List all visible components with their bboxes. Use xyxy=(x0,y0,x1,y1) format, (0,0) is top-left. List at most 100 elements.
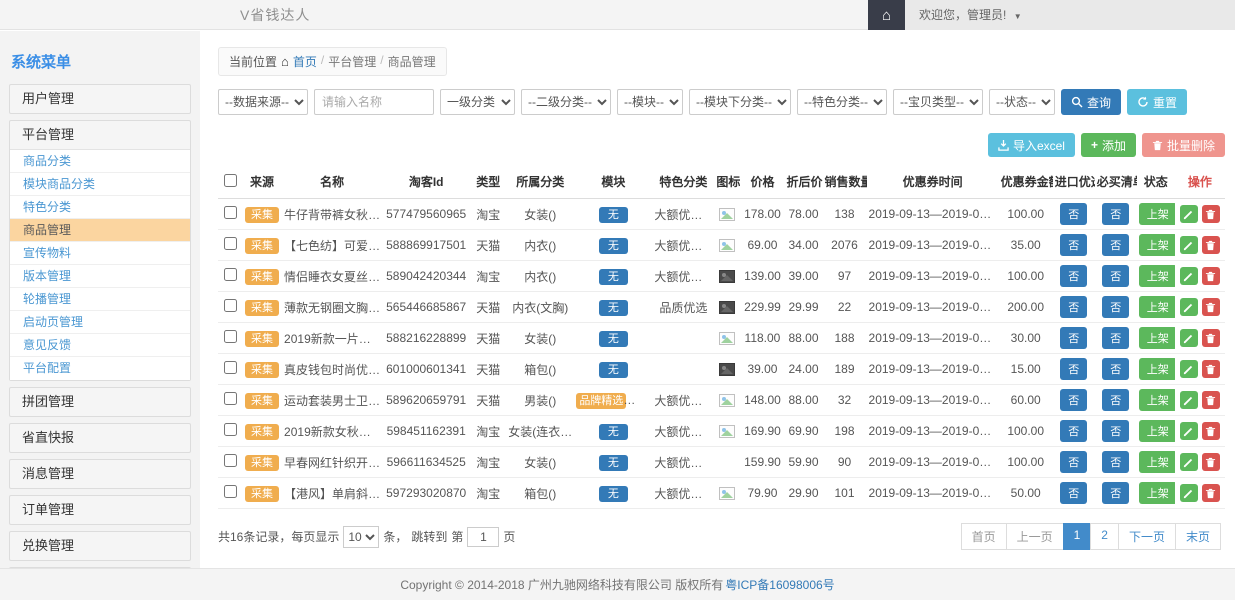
import-toggle-button[interactable]: 否 xyxy=(1060,482,1087,504)
delete-button[interactable] xyxy=(1202,391,1220,409)
must-buy-toggle-button[interactable]: 否 xyxy=(1102,420,1129,442)
delete-button[interactable] xyxy=(1202,267,1220,285)
filter-select[interactable]: --模块-- xyxy=(617,89,683,115)
submenu-item[interactable]: 轮播管理 xyxy=(10,288,190,311)
delete-button[interactable] xyxy=(1202,360,1220,378)
import-toggle-button[interactable]: 否 xyxy=(1060,327,1087,349)
row-checkbox[interactable] xyxy=(224,361,237,374)
import-toggle-button[interactable]: 否 xyxy=(1060,358,1087,380)
page-button[interactable]: 1 xyxy=(1063,523,1092,550)
page-button[interactable]: 首页 xyxy=(961,523,1007,550)
must-buy-toggle-button[interactable]: 否 xyxy=(1102,358,1129,380)
sidebar-item[interactable]: 平台管理 xyxy=(10,121,190,149)
page-button[interactable]: 末页 xyxy=(1175,523,1221,550)
edit-button[interactable] xyxy=(1180,422,1198,440)
row-checkbox[interactable] xyxy=(224,268,237,281)
delete-button[interactable] xyxy=(1202,205,1220,223)
sidebar-item[interactable]: 兑换管理 xyxy=(10,532,190,560)
submenu-item[interactable]: 版本管理 xyxy=(10,265,190,288)
sidebar-item[interactable]: 省直快报 xyxy=(10,424,190,452)
submenu-item[interactable]: 宣传物料 xyxy=(10,242,190,265)
delete-button[interactable] xyxy=(1202,298,1220,316)
per-page-select[interactable]: 10 xyxy=(343,526,379,548)
icp-link[interactable]: 粤ICP备16098006号 xyxy=(725,576,834,593)
status-button[interactable]: 上架 xyxy=(1139,482,1175,504)
must-buy-toggle-button[interactable]: 否 xyxy=(1102,327,1129,349)
must-buy-toggle-button[interactable]: 否 xyxy=(1102,234,1129,256)
must-buy-toggle-button[interactable]: 否 xyxy=(1102,389,1129,411)
submenu-item[interactable]: 意见反馈 xyxy=(10,334,190,357)
edit-button[interactable] xyxy=(1180,267,1198,285)
edit-button[interactable] xyxy=(1180,236,1198,254)
delete-button[interactable] xyxy=(1202,422,1220,440)
status-button[interactable]: 上架 xyxy=(1139,296,1175,318)
row-checkbox[interactable] xyxy=(224,237,237,250)
submenu-item[interactable]: 模块商品分类 xyxy=(10,173,190,196)
edit-button[interactable] xyxy=(1180,360,1198,378)
user-menu[interactable]: 欢迎您，管理员! ▼ xyxy=(905,0,1036,30)
row-checkbox[interactable] xyxy=(224,330,237,343)
edit-button[interactable] xyxy=(1180,298,1198,316)
import-toggle-button[interactable]: 否 xyxy=(1060,265,1087,287)
filter-select[interactable]: --二级分类-- xyxy=(521,89,611,115)
sidebar-item[interactable]: 用户管理 xyxy=(10,85,190,113)
sidebar-item[interactable]: 拼团管理 xyxy=(10,388,190,416)
edit-button[interactable] xyxy=(1180,391,1198,409)
home-button[interactable]: ⌂ xyxy=(868,0,905,30)
submenu-item[interactable]: 特色分类 xyxy=(10,196,190,219)
add-button[interactable]: + 添加 xyxy=(1081,133,1136,157)
import-toggle-button[interactable]: 否 xyxy=(1060,203,1087,225)
status-button[interactable]: 上架 xyxy=(1139,203,1175,225)
filter-select[interactable]: --状态-- xyxy=(989,89,1055,115)
edit-button[interactable] xyxy=(1180,205,1198,223)
submenu-item[interactable]: 启动页管理 xyxy=(10,311,190,334)
import-toggle-button[interactable]: 否 xyxy=(1060,420,1087,442)
batch-delete-button[interactable]: 批量删除 xyxy=(1142,133,1225,157)
status-button[interactable]: 上架 xyxy=(1139,420,1175,442)
row-checkbox[interactable] xyxy=(224,206,237,219)
filter-select[interactable]: --模块下分类-- xyxy=(689,89,791,115)
row-checkbox[interactable] xyxy=(224,423,237,436)
edit-button[interactable] xyxy=(1180,329,1198,347)
sidebar-item[interactable]: 消息管理 xyxy=(10,460,190,488)
status-button[interactable]: 上架 xyxy=(1139,451,1175,473)
submenu-item[interactable]: 商品分类 xyxy=(10,150,190,173)
row-checkbox[interactable] xyxy=(224,485,237,498)
filter-select[interactable]: --宝贝类型-- xyxy=(893,89,983,115)
filter-select[interactable]: --数据来源-- xyxy=(218,89,308,115)
edit-button[interactable] xyxy=(1180,453,1198,471)
select-all-checkbox[interactable] xyxy=(224,174,237,187)
delete-button[interactable] xyxy=(1202,236,1220,254)
row-checkbox[interactable] xyxy=(224,299,237,312)
status-button[interactable]: 上架 xyxy=(1139,327,1175,349)
filter-select[interactable]: 一级分类 xyxy=(440,89,515,115)
row-checkbox[interactable] xyxy=(224,454,237,467)
submenu-item[interactable]: 平台配置 xyxy=(10,357,190,380)
filter-select[interactable]: --特色分类-- xyxy=(797,89,887,115)
import-toggle-button[interactable]: 否 xyxy=(1060,234,1087,256)
status-button[interactable]: 上架 xyxy=(1139,234,1175,256)
delete-button[interactable] xyxy=(1202,453,1220,471)
delete-button[interactable] xyxy=(1202,484,1220,502)
reset-button[interactable]: 重置 xyxy=(1127,89,1187,115)
status-button[interactable]: 上架 xyxy=(1139,265,1175,287)
import-excel-button[interactable]: 导入excel xyxy=(988,133,1075,157)
must-buy-toggle-button[interactable]: 否 xyxy=(1102,451,1129,473)
edit-button[interactable] xyxy=(1180,484,1198,502)
must-buy-toggle-button[interactable]: 否 xyxy=(1102,296,1129,318)
must-buy-toggle-button[interactable]: 否 xyxy=(1102,482,1129,504)
import-toggle-button[interactable]: 否 xyxy=(1060,451,1087,473)
page-button[interactable]: 2 xyxy=(1090,523,1119,550)
status-button[interactable]: 上架 xyxy=(1139,389,1175,411)
search-button[interactable]: 查询 xyxy=(1061,89,1121,115)
delete-button[interactable] xyxy=(1202,329,1220,347)
page-button[interactable]: 上一页 xyxy=(1006,523,1064,550)
import-toggle-button[interactable]: 否 xyxy=(1060,296,1087,318)
submenu-item[interactable]: 商品管理 xyxy=(10,219,190,242)
page-button[interactable]: 下一页 xyxy=(1118,523,1176,550)
row-checkbox[interactable] xyxy=(224,392,237,405)
page-jump-input[interactable] xyxy=(467,527,499,547)
import-toggle-button[interactable]: 否 xyxy=(1060,389,1087,411)
must-buy-toggle-button[interactable]: 否 xyxy=(1102,265,1129,287)
breadcrumb-home-link[interactable]: 首页 xyxy=(293,53,317,70)
